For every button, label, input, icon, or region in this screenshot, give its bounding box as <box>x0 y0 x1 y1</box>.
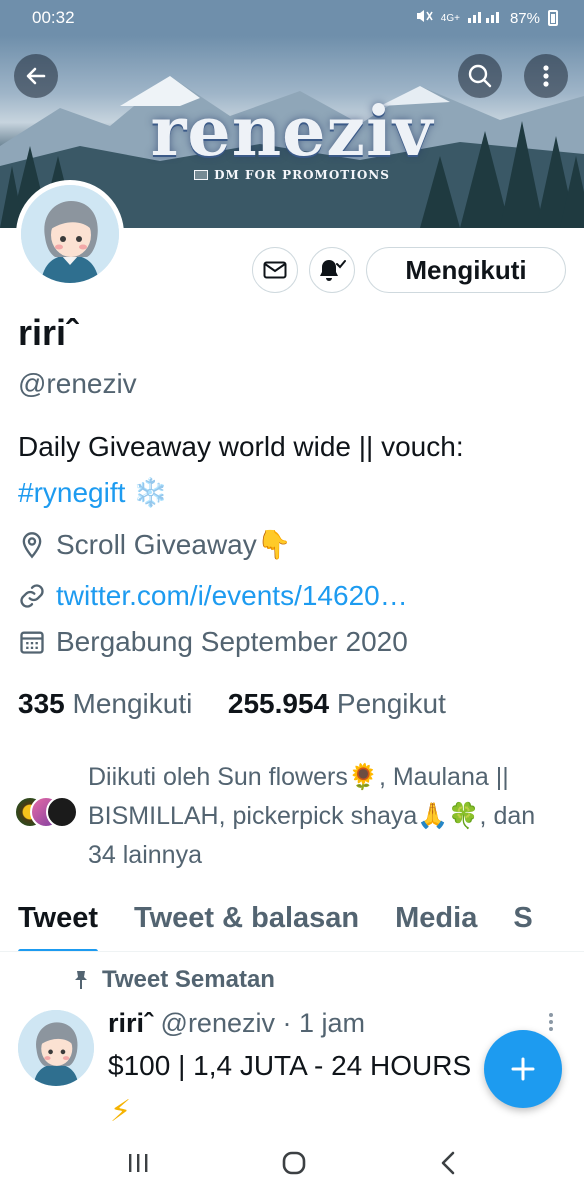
followers-you-know-avatars[interactable] <box>14 796 80 830</box>
status-time: 00:32 <box>32 8 75 27</box>
avatar-illustration <box>18 1010 94 1086</box>
arrow-left-icon <box>26 67 46 85</box>
bell-check-icon <box>320 260 346 281</box>
signal-icon <box>467 9 502 27</box>
mute-icon <box>415 8 433 28</box>
avatar-illustration <box>21 185 119 283</box>
banner-subtitle: DM FOR PROMOTIONS <box>0 168 584 182</box>
compose-tweet-button[interactable] <box>484 1030 562 1108</box>
tweet-author-name[interactable]: ririˆ <box>108 1008 153 1038</box>
battery-icon <box>548 10 558 26</box>
bio-hashtag-link[interactable]: #rynegift <box>18 477 125 508</box>
back-button[interactable] <box>14 54 58 98</box>
following-count: 335 <box>18 688 65 719</box>
followers-label: Pengikut <box>336 688 446 719</box>
network-type: 4G+ <box>440 12 460 24</box>
pinned-tweet-label: Tweet Sematan <box>74 966 275 994</box>
system-navigation-bar <box>0 1130 584 1200</box>
tweet-header: ririˆ @reneziv · 1 jam <box>108 1008 365 1039</box>
tab-media[interactable]: Media <box>377 890 495 951</box>
followers-stat[interactable]: 255.954 Pengikut <box>228 688 446 719</box>
location-pin-icon <box>22 531 42 558</box>
mini-avatar <box>46 796 78 828</box>
home-circle-icon <box>282 1151 306 1174</box>
link-icon <box>20 584 44 608</box>
location-text: Scroll Giveaway👇 <box>56 529 292 560</box>
home-button[interactable] <box>281 1150 307 1181</box>
bio-text: Daily Giveaway world wide || vouch: <box>18 431 464 462</box>
following-label: Mengikuti <box>72 688 193 719</box>
tweet-text[interactable]: $100 | 1,4 JUTA - 24 HOURS <box>108 1050 488 1082</box>
tab-tweet[interactable]: Tweet <box>0 890 116 951</box>
more-vertical-icon <box>543 65 549 87</box>
chevron-left-icon <box>442 1151 455 1174</box>
tweet-time: · 1 jam <box>282 1008 366 1038</box>
battery-level: 87% <box>509 9 540 27</box>
profile-tabs: Tweet Tweet & balasan Media S <box>0 890 584 952</box>
plus-icon <box>511 1057 535 1081</box>
pinned-label-text: Tweet Sematan <box>102 966 275 993</box>
recent-apps-button[interactable] <box>126 1152 150 1179</box>
profile-handle: @reneziv <box>18 368 137 399</box>
more-options-button[interactable] <box>524 54 568 98</box>
follow-stats: 335 Mengikuti 255.954 Pengikut <box>18 688 446 720</box>
more-vertical-icon <box>549 1013 553 1031</box>
tweet-more-button[interactable] <box>548 1012 554 1037</box>
lightning-emoji: ⚡ <box>110 1095 132 1128</box>
profile-bio: Daily Giveaway world wide || vouch: #ryn… <box>18 424 568 516</box>
pin-icon <box>75 971 87 989</box>
website-link[interactable]: twitter.com/i/events/14620… <box>56 580 408 612</box>
tweet-author-handle: @reneziv <box>160 1008 275 1038</box>
search-button[interactable] <box>458 54 502 98</box>
join-date-text: Bergabung September 2020 <box>56 626 408 657</box>
message-button[interactable] <box>252 247 298 293</box>
profile-website: twitter.com/i/events/14620… <box>18 580 408 612</box>
system-back-button[interactable] <box>438 1150 458 1181</box>
status-bar: 00:32 4G+ 87% <box>0 0 584 36</box>
profile-join-date: Bergabung September 2020 <box>18 626 408 658</box>
profile-name: ririˆ <box>18 312 79 353</box>
tweet-avatar[interactable] <box>18 1010 94 1086</box>
calendar-icon <box>20 631 44 654</box>
notifications-button[interactable] <box>309 247 355 293</box>
banner-title: reneziv <box>150 92 434 172</box>
followers-count: 255.954 <box>227 688 330 719</box>
recent-apps-icon <box>128 1153 148 1172</box>
profile-avatar[interactable] <box>16 180 124 288</box>
following-stat[interactable]: 335 Mengikuti <box>18 688 192 719</box>
followed-by-text[interactable]: Diikuti oleh Sun flowers🌻, Maulana || BI… <box>88 758 568 875</box>
snowflake-emoji: ❄️ <box>133 477 169 508</box>
profile-location: Scroll Giveaway👇 <box>18 528 292 561</box>
following-button[interactable]: Mengikuti <box>366 247 566 293</box>
tab-tweet-and-replies[interactable]: Tweet & balasan <box>116 890 377 951</box>
mail-icon <box>263 261 287 279</box>
envelope-icon <box>194 170 209 180</box>
status-indicators: 4G+ 87% <box>415 8 558 28</box>
tab-likes[interactable]: S <box>495 890 550 951</box>
search-icon <box>468 64 492 88</box>
